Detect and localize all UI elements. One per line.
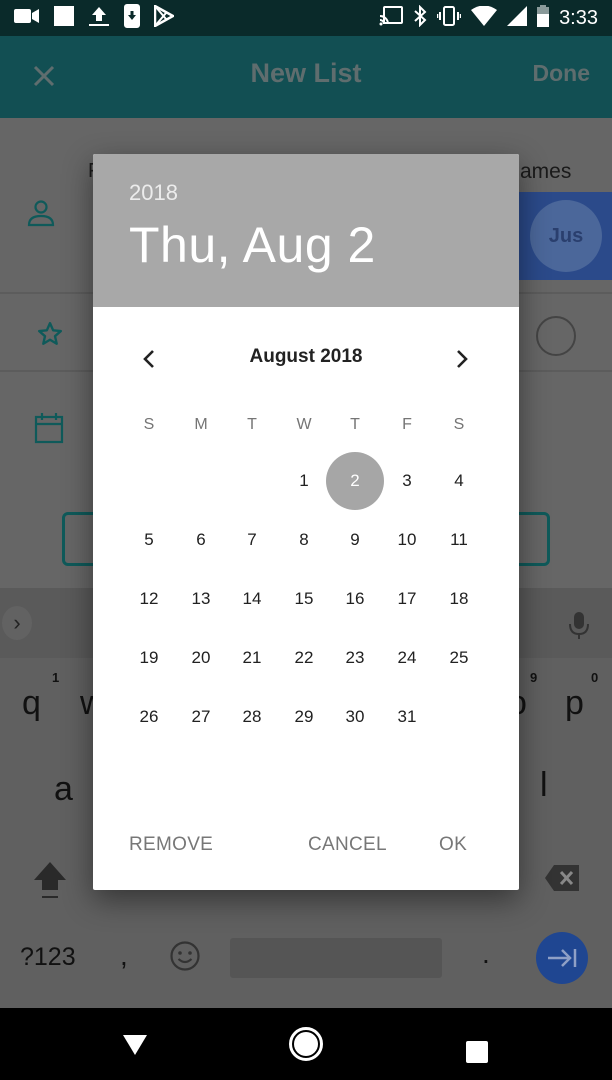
status-bar: 3:33: [0, 0, 612, 36]
status-time: 3:33: [559, 6, 598, 29]
calendar-day[interactable]: 12: [123, 573, 175, 625]
year-label[interactable]: 2018: [129, 180, 178, 206]
calendar-day[interactable]: 30: [329, 691, 381, 743]
calendar-day[interactable]: 11: [433, 514, 485, 566]
weekday-label: F: [402, 416, 412, 433]
toolbar: New List Done: [0, 36, 612, 118]
shift-icon[interactable]: [32, 860, 68, 905]
cancel-button[interactable]: CANCEL: [308, 834, 387, 856]
weekday-label: T: [350, 416, 360, 433]
emoji-icon[interactable]: [169, 940, 201, 977]
calendar-day[interactable]: 18: [433, 573, 485, 625]
calendar-day[interactable]: 4: [433, 455, 485, 507]
star-icon: [37, 321, 63, 352]
toolbar-title: New List: [250, 58, 362, 88]
comma-key[interactable]: ,: [120, 940, 128, 972]
key-hint: 1: [52, 670, 60, 685]
selected-date-label[interactable]: Thu, Aug 2: [129, 216, 376, 274]
expand-icon[interactable]: ›: [2, 606, 32, 640]
vibrate-icon: [436, 5, 462, 32]
back-icon[interactable]: [122, 1034, 148, 1061]
home-icon[interactable]: [289, 1027, 323, 1061]
weekday-label: S: [143, 416, 155, 433]
calendar-day[interactable]: 8: [278, 514, 330, 566]
key-l[interactable]: l: [540, 766, 548, 805]
calendar-day[interactable]: 1: [278, 455, 330, 507]
date-picker-dialog: 2018 Thu, Aug 2 August 2018 SMTWTFS 1234…: [93, 154, 519, 890]
key-a[interactable]: a: [54, 770, 73, 809]
chevron-right-icon: [457, 350, 468, 368]
weekday-label: W: [296, 416, 312, 433]
recents-icon[interactable]: [466, 1041, 488, 1063]
weekday-label: M: [194, 416, 208, 433]
next-month-button[interactable]: [447, 344, 477, 374]
calendar-day[interactable]: 29: [278, 691, 330, 743]
calendar-day[interactable]: 20: [175, 632, 227, 684]
signal-icon: [507, 5, 528, 31]
mic-icon[interactable]: [566, 610, 592, 645]
navigation-bar: [0, 1008, 612, 1080]
key-q[interactable]: q: [22, 684, 41, 723]
background-label-right: ames: [520, 160, 572, 183]
download-phone-icon: [124, 3, 140, 33]
next-field-icon[interactable]: [536, 932, 588, 984]
status-right: 3:33: [379, 4, 598, 32]
weekday-label: S: [453, 416, 465, 433]
calendar-day[interactable]: 15: [278, 573, 330, 625]
remove-button[interactable]: REMOVE: [129, 834, 213, 856]
calendar-day[interactable]: 23: [329, 632, 381, 684]
bluetooth-icon: [413, 4, 427, 32]
calendar-day[interactable]: 26: [123, 691, 175, 743]
ok-button[interactable]: OK: [439, 834, 467, 856]
cast-icon: [379, 5, 404, 31]
calendar-day[interactable]: 7: [226, 514, 278, 566]
calendar-day[interactable]: 24: [381, 632, 433, 684]
screen-record-icon: [14, 7, 40, 30]
calendar-day[interactable]: 21: [226, 632, 278, 684]
calendar-day[interactable]: 27: [175, 691, 227, 743]
calendar-day[interactable]: 16: [329, 573, 381, 625]
battery-icon: [537, 4, 550, 32]
space-key[interactable]: [230, 938, 442, 978]
square-notification-icon: [54, 5, 74, 31]
calendar-day[interactable]: 6: [175, 514, 227, 566]
period-key[interactable]: .: [482, 938, 490, 970]
upload-icon: [88, 5, 110, 32]
calendar-day[interactable]: 3: [381, 455, 433, 507]
calendar-day[interactable]: 10: [381, 514, 433, 566]
key-p[interactable]: p: [565, 684, 584, 723]
key-hint: 9: [530, 670, 538, 685]
avatar[interactable]: Jus: [530, 200, 602, 272]
wifi-icon: [471, 5, 498, 31]
calendar-day[interactable]: 28: [226, 691, 278, 743]
weekday-label: T: [247, 416, 257, 433]
calendar-icon: [34, 412, 64, 449]
symbols-key[interactable]: ?123: [20, 943, 76, 972]
calendar-day[interactable]: 25: [433, 632, 485, 684]
date-picker-header: 2018 Thu, Aug 2: [93, 154, 519, 307]
calendar-day[interactable]: 19: [123, 632, 175, 684]
key-hint: 0: [591, 670, 599, 685]
play-store-icon: [153, 3, 176, 32]
status-left: [14, 3, 176, 33]
calendar-day[interactable]: 13: [175, 573, 227, 625]
calendar-day[interactable]: 17: [381, 573, 433, 625]
calendar-day[interactable]: 9: [329, 514, 381, 566]
calendar-day[interactable]: 22: [278, 632, 330, 684]
calendar-day[interactable]: 31: [381, 691, 433, 743]
person-icon: [26, 200, 56, 233]
favorite-radio[interactable]: [536, 316, 576, 356]
calendar-day[interactable]: 5: [123, 514, 175, 566]
calendar-day[interactable]: 14: [226, 573, 278, 625]
done-button[interactable]: Done: [533, 60, 591, 87]
backspace-icon[interactable]: [544, 864, 580, 897]
selected-day[interactable]: 2: [326, 452, 384, 510]
